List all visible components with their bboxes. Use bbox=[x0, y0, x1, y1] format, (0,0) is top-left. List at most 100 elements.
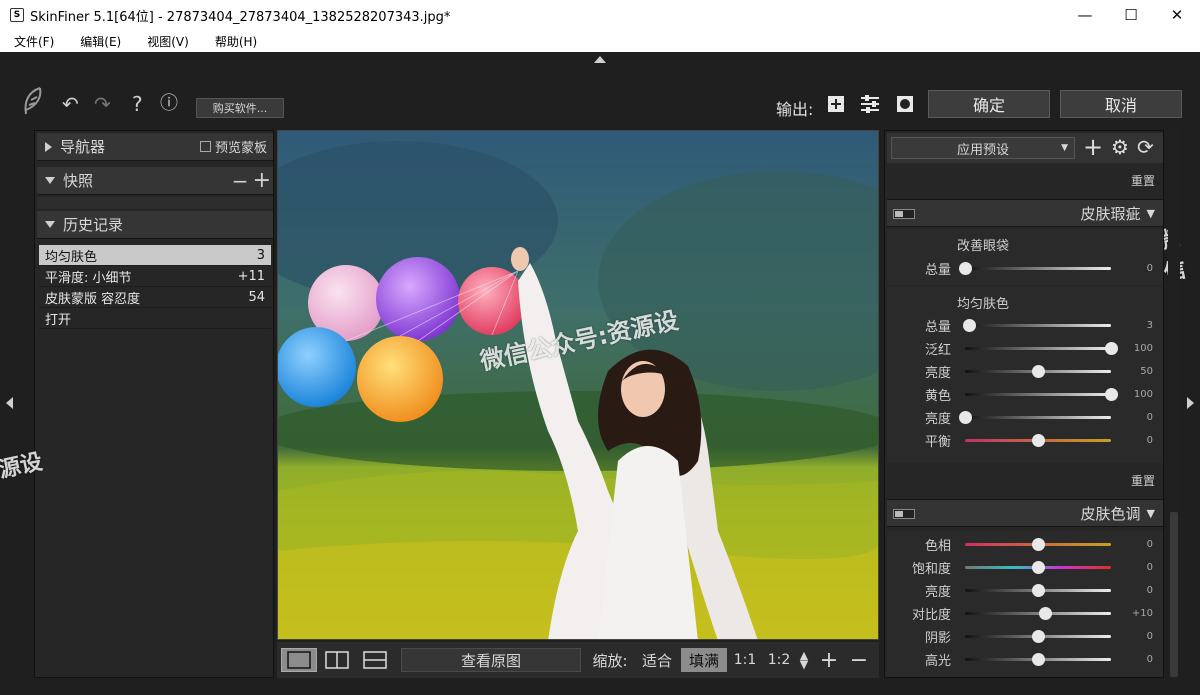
slider-knob[interactable] bbox=[1032, 630, 1045, 643]
blemish-toggle[interactable] bbox=[893, 209, 915, 219]
left-panel: 导航器 预览蒙板 快照 − + 历史记录 均匀肤色 3 平滑度: 小细节 +11… bbox=[34, 130, 274, 678]
undo-icon[interactable]: ↶ bbox=[62, 94, 79, 114]
history-item[interactable]: 平滑度: 小细节 +11 bbox=[39, 266, 271, 287]
preset-bar: 应用预设 ▼ + ⚙ ⟳ bbox=[887, 133, 1163, 163]
help-icon[interactable]: ? bbox=[132, 94, 143, 114]
zoom-fill-button[interactable]: 填满 bbox=[681, 648, 727, 672]
even-tone-group: 均匀肤色 总量 3 泛红 100 亮度 50 黄色 100 亮度 0 平衡 0 bbox=[887, 287, 1163, 463]
slider-track[interactable] bbox=[965, 653, 1111, 666]
history-header[interactable]: 历史记录 bbox=[37, 211, 273, 239]
zoom-stepper-icon[interactable]: ▲ ▼ bbox=[795, 648, 813, 672]
preset-dropdown[interactable]: 应用预设 ▼ bbox=[891, 137, 1075, 159]
refresh-icon[interactable]: ⟳ bbox=[1137, 135, 1154, 159]
slider-track[interactable] bbox=[959, 411, 1111, 424]
slider-knob[interactable] bbox=[1039, 607, 1053, 620]
slider-track[interactable] bbox=[965, 630, 1111, 643]
skin-tone-header[interactable]: 皮肤色调 ▼ bbox=[887, 499, 1163, 527]
image-canvas[interactable]: 微信公众号:资源设 bbox=[277, 130, 879, 640]
slider-label: 亮度 bbox=[924, 366, 951, 381]
slider-label: 色相 bbox=[924, 539, 951, 554]
slider-knob[interactable] bbox=[1032, 434, 1045, 447]
menu-help[interactable]: 帮助(H) bbox=[201, 33, 269, 50]
zoom-fit-button[interactable]: 适合 bbox=[637, 648, 677, 672]
navigator-title: 导航器 bbox=[60, 138, 106, 156]
zoom-1-1-button[interactable]: 1:1 bbox=[731, 648, 759, 672]
zoom-in-icon[interactable]: + bbox=[817, 648, 841, 673]
collapse-left-icon[interactable] bbox=[6, 397, 13, 409]
zoom-out-icon[interactable]: − bbox=[847, 648, 871, 673]
right-panel: 应用预设 ▼ + ⚙ ⟳ 重置 皮肤瑕疵 ▼ 改善眼袋 总量 0 均匀肤色 总量 3… bbox=[884, 130, 1164, 678]
buy-software-button[interactable]: 购买软件... bbox=[196, 98, 284, 118]
slider-knob[interactable] bbox=[959, 411, 972, 424]
slider-knob[interactable] bbox=[1105, 388, 1118, 401]
snapshot-list bbox=[37, 197, 273, 209]
ok-button[interactable]: 确定 bbox=[928, 90, 1050, 118]
collapse-icon bbox=[45, 177, 55, 184]
history-item[interactable]: 打开 bbox=[39, 308, 271, 329]
eye-bags-group: 改善眼袋 总量 0 bbox=[887, 229, 1163, 285]
slider-row: 黄色 100 bbox=[887, 383, 1163, 406]
scrollbar-thumb[interactable] bbox=[1170, 512, 1178, 677]
menu-edit[interactable]: 编辑(E) bbox=[66, 33, 133, 50]
zoom-1-2-button[interactable]: 1:2 bbox=[765, 648, 793, 672]
slider-knob[interactable] bbox=[1032, 584, 1045, 597]
slider-label: 总量 bbox=[924, 263, 951, 278]
gear-icon[interactable]: ⚙ bbox=[1111, 135, 1129, 159]
slider-knob[interactable] bbox=[1032, 365, 1045, 378]
split-vertical-icon[interactable] bbox=[321, 648, 353, 672]
slider-track[interactable] bbox=[965, 342, 1118, 355]
slider-knob[interactable] bbox=[963, 319, 977, 332]
navigator-header[interactable]: 导航器 预览蒙板 bbox=[37, 133, 273, 161]
mask-output-icon[interactable] bbox=[895, 94, 915, 114]
slider-value: 0 bbox=[1146, 539, 1153, 550]
preview-mask-checkbox[interactable]: 预览蒙板 bbox=[199, 137, 267, 156]
view-original-button[interactable]: 查看原图 bbox=[401, 648, 581, 672]
collapse-right-icon[interactable] bbox=[1187, 397, 1194, 409]
blemish-reset-button[interactable]: 重置 bbox=[887, 467, 1163, 495]
right-panel-scrollbar[interactable] bbox=[1168, 130, 1180, 678]
slider-value: 3 bbox=[1146, 320, 1153, 331]
slider-track[interactable] bbox=[965, 584, 1111, 597]
slider-row: 亮度 50 bbox=[887, 360, 1163, 383]
slider-value: 0 bbox=[1146, 412, 1153, 423]
slider-track[interactable] bbox=[965, 434, 1111, 447]
remove-snapshot-icon[interactable]: − bbox=[232, 169, 249, 193]
reset-top-button[interactable]: 重置 bbox=[887, 167, 1163, 195]
slider-track[interactable] bbox=[965, 538, 1111, 551]
history-item[interactable]: 均匀肤色 3 bbox=[39, 245, 271, 266]
adjust-sliders-icon[interactable] bbox=[860, 94, 880, 114]
menu-file[interactable]: 文件(F) bbox=[0, 33, 66, 50]
slider-track[interactable] bbox=[965, 388, 1118, 401]
snapshot-header[interactable]: 快照 − + bbox=[37, 167, 273, 195]
info-icon[interactable]: ⓘ bbox=[160, 94, 178, 114]
close-icon[interactable]: ✕ bbox=[1154, 0, 1200, 30]
minimize-icon[interactable]: — bbox=[1062, 0, 1108, 30]
slider-track[interactable] bbox=[963, 319, 1111, 332]
slider-knob[interactable] bbox=[1032, 538, 1045, 551]
single-view-icon[interactable] bbox=[281, 648, 317, 672]
slider-row: 对比度 +10 bbox=[887, 602, 1163, 625]
slider-knob[interactable] bbox=[1032, 561, 1045, 574]
skin-tone-toggle[interactable] bbox=[893, 509, 915, 519]
maximize-icon[interactable]: ☐ bbox=[1108, 0, 1154, 30]
slider-track[interactable] bbox=[965, 561, 1111, 574]
history-item[interactable]: 皮肤蒙版 容忍度 54 bbox=[39, 287, 271, 308]
slider-knob[interactable] bbox=[1105, 342, 1118, 355]
slider-knob[interactable] bbox=[959, 262, 972, 275]
slider-track[interactable] bbox=[965, 365, 1111, 378]
menu-view[interactable]: 视图(V) bbox=[133, 33, 201, 50]
slider-knob[interactable] bbox=[1032, 653, 1045, 666]
add-preset-icon[interactable]: + bbox=[1083, 133, 1103, 161]
redo-icon[interactable]: ↷ bbox=[94, 94, 111, 114]
collapse-top-icon[interactable] bbox=[594, 56, 606, 63]
add-output-icon[interactable] bbox=[826, 94, 846, 114]
expand-icon bbox=[45, 141, 52, 152]
blemish-header[interactable]: 皮肤瑕疵 ▼ bbox=[887, 199, 1163, 227]
add-snapshot-icon[interactable]: + bbox=[253, 168, 271, 193]
app-logo-icon: S bbox=[10, 8, 24, 22]
history-item-value: +11 bbox=[237, 268, 265, 284]
split-horizontal-icon[interactable] bbox=[359, 648, 391, 672]
slider-track[interactable] bbox=[959, 262, 1111, 275]
cancel-button[interactable]: 取消 bbox=[1060, 90, 1182, 118]
slider-track[interactable] bbox=[965, 607, 1111, 620]
